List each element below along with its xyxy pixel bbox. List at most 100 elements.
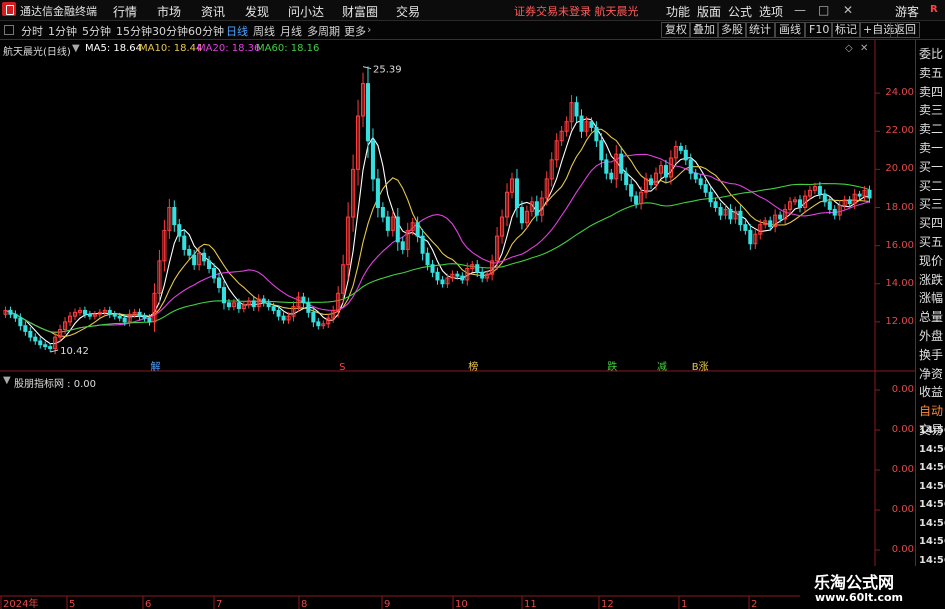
menu-item-discover[interactable]: 发现 <box>245 3 269 20</box>
candle-body <box>13 313 18 319</box>
x-tick-label: 6 <box>145 599 151 609</box>
legend-toggle-icon[interactable]: ▼ <box>72 43 80 54</box>
annotation-label: 10.42 <box>60 346 89 357</box>
y-tick-label: 18.00 <box>885 201 914 213</box>
close-icon[interactable]: ✕ <box>843 3 853 17</box>
quote-label: 卖三 <box>919 103 944 118</box>
candle-body <box>301 296 306 304</box>
menu-item-trade[interactable]: 交易 <box>396 3 420 20</box>
quote-label: 买一 <box>919 159 944 174</box>
period-daily[interactable]: 日线 <box>226 23 248 39</box>
menu-item-market[interactable]: 市场 <box>157 3 181 20</box>
btn-back[interactable]: 返回 <box>890 22 920 38</box>
event-marker: S <box>339 362 345 373</box>
btn-stats[interactable]: 统计 <box>745 22 775 38</box>
quote-label: 买五 <box>919 235 944 249</box>
candle-body <box>827 201 832 210</box>
candle-body <box>147 317 152 323</box>
quote-label: 换手 <box>919 347 944 362</box>
period-1min[interactable]: 1分钟 <box>48 23 77 39</box>
maximize-icon[interactable]: □ <box>818 3 829 17</box>
menu-item-ask[interactable]: 问小达 <box>288 3 324 20</box>
more-chevron-icon[interactable]: › <box>367 23 371 36</box>
btn-overlay[interactable]: 叠加 <box>689 22 719 38</box>
toolbar-grip-icon[interactable] <box>4 25 14 35</box>
period-multi[interactable]: 多周期 <box>307 23 340 39</box>
btn-adjust[interactable]: 复权 <box>661 22 691 38</box>
trade-time: 14:56 <box>919 425 945 436</box>
minimize-icon[interactable]: — <box>794 3 806 17</box>
candle-body <box>370 140 375 180</box>
candle-body <box>380 207 385 218</box>
login-status[interactable]: 证券交易未登录 航天晨光 <box>514 3 639 19</box>
quote-label: 外盘 <box>919 329 944 343</box>
quote-label: 卖一 <box>919 141 944 155</box>
candle-body <box>817 186 822 195</box>
menu-item-layout[interactable]: 版面 <box>697 3 721 20</box>
period-timeshare[interactable]: 分时 <box>21 23 43 39</box>
indicator-toggle-icon[interactable]: ▼ <box>3 375 11 386</box>
period-30min[interactable]: 30分钟 <box>152 23 188 39</box>
candle-body <box>43 344 48 348</box>
candle-body <box>221 287 227 304</box>
period-5min[interactable]: 5分钟 <box>82 23 111 39</box>
menu-item-formula[interactable]: 公式 <box>728 3 752 20</box>
candle-body <box>182 235 187 250</box>
menu-item-options[interactable]: 选项 <box>759 3 783 20</box>
period-60min[interactable]: 60分钟 <box>188 23 224 39</box>
menu-item-wealth[interactable]: 财富圈 <box>342 3 378 20</box>
kline-chart[interactable]: 25.3910.42 解S榜跌减B涨预 2024年5678910111212 <box>0 40 915 609</box>
candle-body <box>594 126 599 142</box>
chart-title: 航天晨光(日线) <box>3 47 71 58</box>
period-15min[interactable]: 15分钟 <box>116 23 152 39</box>
candle-body <box>202 252 207 262</box>
menu-item-quotes[interactable]: 行情 <box>113 3 137 20</box>
trade-time: 14:56 <box>919 536 945 547</box>
diamond-icon[interactable]: ◇ <box>845 43 853 54</box>
event-marker: 解 <box>150 360 160 373</box>
candle-body <box>748 229 753 245</box>
period-weekly[interactable]: 周线 <box>253 23 275 39</box>
candle-body <box>475 264 480 273</box>
legend-ma5: MA5: 18.64 <box>85 43 143 54</box>
btn-mark[interactable]: 标记 <box>831 22 861 38</box>
candle-body <box>867 189 872 199</box>
ma60-line <box>5 183 870 333</box>
candle-body <box>137 311 142 317</box>
app-logo-icon <box>2 2 16 16</box>
quote-label: 现价 <box>919 253 944 268</box>
legend-ma10: MA10: 18.44 <box>139 43 203 54</box>
candle-body <box>8 309 13 315</box>
x-tick-label: 7 <box>216 599 222 609</box>
event-marker: 减 <box>657 361 667 373</box>
quote-label: 涨幅 <box>919 291 944 306</box>
candle-body <box>375 178 380 208</box>
candle-body <box>420 235 425 254</box>
candle-body <box>683 149 688 161</box>
guest-login[interactable]: 游客 <box>895 3 919 20</box>
candle-body <box>728 208 733 220</box>
candle-body <box>28 330 33 338</box>
btn-draw[interactable]: 画线 <box>775 22 805 38</box>
y-tick-label: 22.00 <box>885 125 914 137</box>
candle-body <box>847 199 852 205</box>
btn-f10[interactable]: F10 <box>805 22 834 38</box>
candle-body <box>207 260 212 269</box>
candle-body <box>629 184 634 197</box>
candle-body <box>822 193 827 203</box>
x-tick-label: 1 <box>681 599 687 609</box>
menu-item-news[interactable]: 资讯 <box>201 3 225 20</box>
period-more[interactable]: 更多 <box>344 23 366 39</box>
candle-body <box>678 146 683 151</box>
candle-body <box>38 340 43 346</box>
candle-body <box>236 302 241 310</box>
btn-multi-stock[interactable]: 多股 <box>717 22 747 38</box>
indicator-y-tick-label: 0.00 <box>891 424 914 435</box>
close-chart-icon[interactable]: ✕ <box>860 43 868 54</box>
menu-item-function[interactable]: 功能 <box>666 3 690 20</box>
candle-body <box>395 216 400 243</box>
period-monthly[interactable]: 月线 <box>280 23 302 39</box>
x-tick-label: 10 <box>455 599 468 609</box>
candle-body <box>778 214 783 220</box>
x-tick-label: 8 <box>301 599 307 609</box>
